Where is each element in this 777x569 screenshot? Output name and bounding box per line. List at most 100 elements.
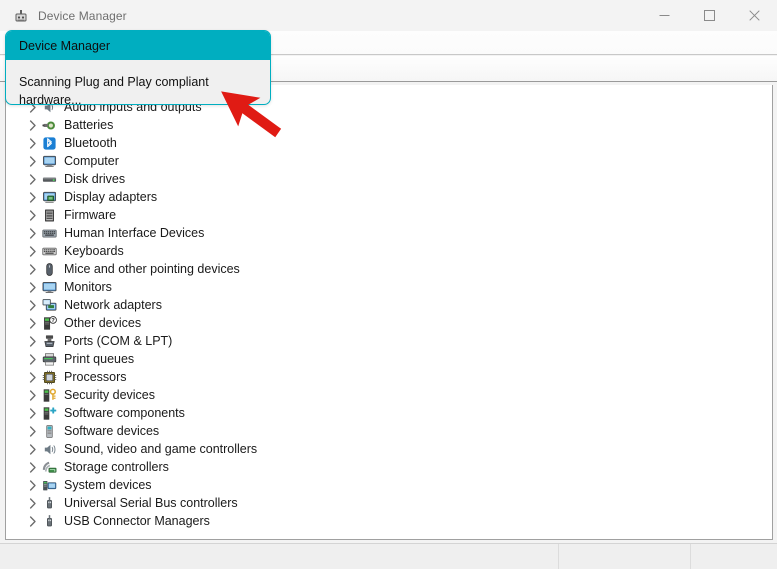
window-controls — [642, 0, 777, 31]
tree-item-label: Ports (COM & LPT) — [64, 332, 172, 350]
chevron-right-icon[interactable] — [25, 426, 41, 437]
chevron-right-icon[interactable] — [25, 192, 41, 203]
storage-controller-icon — [41, 459, 58, 475]
tree-item-label: USB Connector Managers — [64, 512, 210, 530]
tree-item-label: Bluetooth — [64, 134, 117, 152]
chevron-right-icon[interactable] — [25, 498, 41, 509]
tree-item-label: Batteries — [64, 116, 113, 134]
tree-row[interactable]: Print queues — [6, 350, 772, 368]
tree-item-label: Network adapters — [64, 296, 162, 314]
tree-row[interactable]: Software components — [6, 404, 772, 422]
chevron-right-icon[interactable] — [25, 408, 41, 419]
chevron-right-icon[interactable] — [25, 480, 41, 491]
chevron-right-icon[interactable] — [25, 300, 41, 311]
tree-item-label: System devices — [64, 476, 152, 494]
keyboard-icon — [41, 243, 58, 259]
usb-connector-icon — [41, 513, 58, 529]
chevron-right-icon[interactable] — [25, 282, 41, 293]
computer-icon — [41, 153, 58, 169]
device-manager-window: Device Manager Audio inputs — [0, 0, 777, 569]
chevron-right-icon[interactable] — [25, 444, 41, 455]
tree-row[interactable]: Disk drives — [6, 170, 772, 188]
tree-row[interactable]: ? Other devices — [6, 314, 772, 332]
tree-row[interactable]: Security devices — [6, 386, 772, 404]
tree-item-label: Other devices — [64, 314, 141, 332]
chevron-right-icon[interactable] — [25, 246, 41, 257]
processor-icon — [41, 369, 58, 385]
tree-row[interactable]: Ports (COM & LPT) — [6, 332, 772, 350]
chevron-right-icon[interactable] — [25, 264, 41, 275]
tree-row[interactable]: Bluetooth — [6, 134, 772, 152]
tree-item-label: Human Interface Devices — [64, 224, 204, 242]
tree-row[interactable]: Batteries — [6, 116, 772, 134]
tree-item-label: Universal Serial Bus controllers — [64, 494, 238, 512]
scanning-popup: Device Manager Scanning Plug and Play co… — [5, 30, 271, 105]
tree-row[interactable]: USB Connector Managers — [6, 512, 772, 530]
tree-row[interactable]: Software devices — [6, 422, 772, 440]
title-bar: Device Manager — [0, 0, 777, 31]
tree-row[interactable]: Network adapters — [6, 296, 772, 314]
battery-icon — [41, 117, 58, 133]
tree-row[interactable]: Storage controllers — [6, 458, 772, 476]
close-button[interactable] — [732, 0, 777, 31]
chevron-right-icon[interactable] — [25, 336, 41, 347]
tree-row[interactable]: Mice and other pointing devices — [6, 260, 772, 278]
usb-icon — [41, 495, 58, 511]
chevron-right-icon[interactable] — [25, 318, 41, 329]
status-panel-message — [0, 544, 559, 569]
tree-row[interactable]: Universal Serial Bus controllers — [6, 494, 772, 512]
tree-row[interactable]: Keyboards — [6, 242, 772, 260]
status-panel-secondary — [559, 544, 691, 569]
chevron-right-icon[interactable] — [25, 228, 41, 239]
chevron-right-icon[interactable] — [25, 210, 41, 221]
maximize-button[interactable] — [687, 0, 732, 31]
chevron-right-icon[interactable] — [25, 462, 41, 473]
tree-item-label: Computer — [64, 152, 119, 170]
chevron-right-icon[interactable] — [25, 354, 41, 365]
tree-row[interactable]: Human Interface Devices — [6, 224, 772, 242]
tree-item-label: Display adapters — [64, 188, 157, 206]
chevron-right-icon[interactable] — [25, 138, 41, 149]
minimize-button[interactable] — [642, 0, 687, 31]
software-component-icon — [41, 405, 58, 421]
chevron-right-icon[interactable] — [25, 390, 41, 401]
tree-item-label: Monitors — [64, 278, 112, 296]
scanning-popup-body: Scanning Plug and Play compliant hardwar… — [6, 60, 270, 105]
firmware-icon — [41, 207, 58, 223]
tree-row[interactable]: Firmware — [6, 206, 772, 224]
chevron-right-icon[interactable] — [25, 156, 41, 167]
scanning-popup-title: Device Manager — [19, 39, 110, 53]
tree-item-label: Software components — [64, 404, 185, 422]
device-manager-icon — [13, 8, 29, 24]
svg-text:?: ? — [51, 318, 55, 324]
tree-item-label: Keyboards — [64, 242, 124, 260]
bluetooth-icon — [41, 135, 58, 151]
device-tree: Audio inputs and outputsBatteriesBluetoo… — [6, 85, 772, 530]
network-adapter-icon — [41, 297, 58, 313]
display-adapter-icon — [41, 189, 58, 205]
tree-item-label: Sound, video and game controllers — [64, 440, 257, 458]
tree-row[interactable]: Monitors — [6, 278, 772, 296]
other-device-icon: ? — [41, 315, 58, 331]
tree-row[interactable]: Processors — [6, 368, 772, 386]
tree-row[interactable]: Sound, video and game controllers — [6, 440, 772, 458]
mouse-icon — [41, 261, 58, 277]
port-icon — [41, 333, 58, 349]
chevron-right-icon[interactable] — [25, 372, 41, 383]
security-device-icon — [41, 387, 58, 403]
tree-item-label: Firmware — [64, 206, 116, 224]
system-device-icon — [41, 477, 58, 493]
chevron-right-icon[interactable] — [25, 174, 41, 185]
hid-icon — [41, 225, 58, 241]
tree-item-label: Processors — [64, 368, 127, 386]
device-tree-pane[interactable]: Audio inputs and outputsBatteriesBluetoo… — [5, 85, 773, 540]
chevron-right-icon[interactable] — [25, 120, 41, 131]
tree-row[interactable]: Display adapters — [6, 188, 772, 206]
tree-row[interactable]: Computer — [6, 152, 772, 170]
scanning-popup-header: Device Manager — [6, 31, 270, 60]
tree-row[interactable]: System devices — [6, 476, 772, 494]
printer-icon — [41, 351, 58, 367]
minimize-icon — [659, 10, 670, 21]
tree-item-label: Print queues — [64, 350, 134, 368]
chevron-right-icon[interactable] — [25, 516, 41, 527]
